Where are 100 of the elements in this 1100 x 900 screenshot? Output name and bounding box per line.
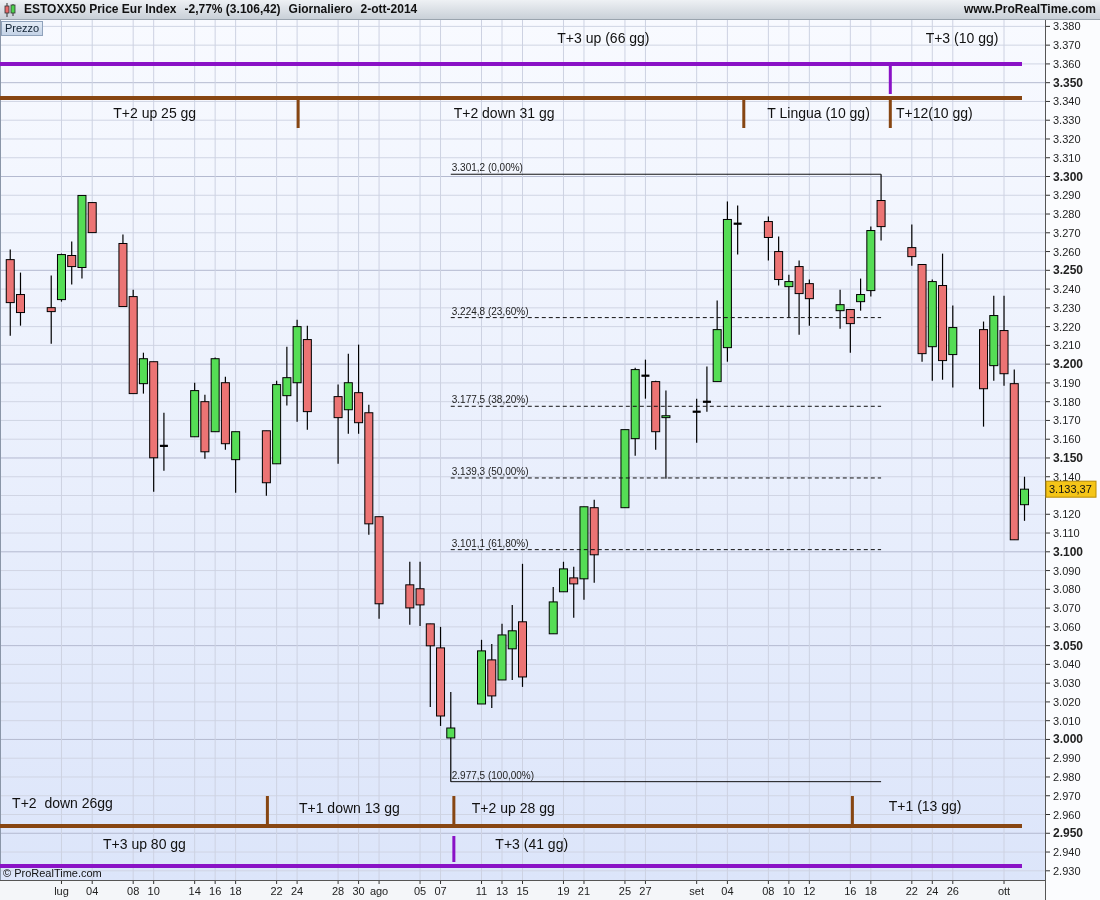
price-change: -2,77% (3.106,42) <box>184 1 281 18</box>
x-axis-label: set <box>689 885 704 897</box>
y-axis-label: 2.980 <box>1053 771 1081 783</box>
x-axis-label: 08 <box>762 885 775 897</box>
y-axis-label: 2.930 <box>1053 864 1081 877</box>
fibonacci-label: 3.301,2 (0,00%) <box>451 162 523 174</box>
instrument-title: ESTOXX50 Price Eur Index <box>24 1 177 18</box>
x-axis-label: 12 <box>803 885 816 897</box>
y-axis-label: 2.970 <box>1053 789 1081 802</box>
y-axis-label: 3.210 <box>1053 339 1081 352</box>
candlestick <box>692 398 701 444</box>
y-axis-label: 3.070 <box>1053 602 1081 615</box>
candlestick <box>405 561 415 626</box>
candlestick <box>774 235 784 287</box>
cycle-label: T+3 up 80 gg <box>103 836 186 852</box>
cycle-label: T+1 down 13 gg <box>298 800 400 816</box>
y-axis-label: 3.120 <box>1053 508 1081 521</box>
y-axis-label: 3.050 <box>1053 638 1084 653</box>
y-axis-label: 3.230 <box>1053 301 1081 314</box>
candlestick <box>763 215 773 262</box>
candlestick <box>415 561 425 627</box>
fibonacci-label: 2.977,5 (100,00%) <box>451 769 535 781</box>
y-axis-label: 2.950 <box>1053 826 1084 841</box>
candlestick <box>190 382 200 438</box>
cycle-label: T+2 down 31 gg <box>453 105 555 121</box>
cycle-label: T+1 (13 gg) <box>888 798 962 814</box>
x-axis-label: 16 <box>209 885 222 897</box>
candlestick <box>487 643 497 709</box>
y-axis-label: 3.290 <box>1053 189 1081 202</box>
y-axis-label: 2.940 <box>1053 846 1081 859</box>
y-axis-label: 3.310 <box>1053 151 1081 164</box>
candlestick <box>231 431 241 494</box>
fibonacci-label: 3.139,3 (50,00%) <box>451 465 529 477</box>
y-axis-label: 3.330 <box>1053 114 1081 127</box>
x-axis-label: 15 <box>516 885 529 897</box>
x-axis-label: 18 <box>229 885 242 897</box>
x-axis-label: 26 <box>946 885 959 897</box>
candlestick <box>497 623 507 681</box>
website-link[interactable]: www.ProRealTime.com <box>963 0 1096 19</box>
candlestick <box>200 394 210 460</box>
y-axis-label: 3.170 <box>1053 414 1081 427</box>
x-axis-label: 30 <box>352 885 365 897</box>
y-axis-label: 3.060 <box>1053 620 1081 633</box>
y-axis-label: 3.140 <box>1053 470 1081 483</box>
y-axis-label: 3.320 <box>1053 132 1081 145</box>
x-axis-label: 07 <box>434 885 447 897</box>
x-axis-label: 24 <box>926 885 939 897</box>
cycle-label: T+3 up (66 gg) <box>557 30 650 46</box>
candlestick-icon <box>4 2 16 17</box>
x-axis-label: 24 <box>291 885 304 897</box>
x-axis-label: ago <box>369 885 389 897</box>
y-axis-label: 3.250 <box>1053 263 1084 278</box>
y-axis-label: 2.960 <box>1053 808 1081 821</box>
x-axis-label: 22 <box>905 885 918 897</box>
x-axis-label: 08 <box>127 885 140 897</box>
x-axis-label: 27 <box>639 885 652 897</box>
x-axis-label: 16 <box>844 885 857 897</box>
candlestick <box>261 430 271 497</box>
cycle-label: T+2 down 26gg <box>12 795 113 811</box>
y-axis-label: 3.150 <box>1053 451 1084 465</box>
x-axis-label: 11 <box>475 885 488 897</box>
y-axis-label: 3.280 <box>1053 208 1081 221</box>
y-axis-label: 3.080 <box>1053 583 1081 596</box>
last-price-tag: 3.133,37 <box>1045 480 1097 498</box>
y-axis-label: 3.370 <box>1053 39 1081 52</box>
y-axis-label: 3.300 <box>1053 169 1084 184</box>
y-axis-label: 3.160 <box>1053 433 1081 446</box>
x-axis-label: 10 <box>147 885 160 897</box>
cycle-label: T+3 (10 gg) <box>925 30 999 46</box>
x-axis-label: 21 <box>577 885 591 897</box>
y-axis-label: 3.100 <box>1053 544 1084 559</box>
y-axis-label: 3.020 <box>1053 695 1081 708</box>
x-axis-label: 13 <box>495 885 509 897</box>
candlestick <box>46 274 56 345</box>
y-axis-label: 3.220 <box>1053 320 1081 333</box>
x-axis-label: 04 <box>86 885 99 897</box>
cycle-label: T+2 up 28 gg <box>471 800 555 816</box>
candlestick <box>835 289 845 330</box>
y-axis-label: 3.260 <box>1053 245 1081 258</box>
x-axis-label: 04 <box>721 885 734 897</box>
copyright-text: © ProRealTime.com <box>3 867 102 879</box>
y-axis-label: 2.990 <box>1053 752 1081 765</box>
candlestick <box>56 253 66 303</box>
cycle-label: T+2 up 25 gg <box>113 105 197 121</box>
candlestick <box>477 639 486 705</box>
x-axis-label: 25 <box>618 885 632 897</box>
x-axis-label: lug <box>54 885 69 897</box>
y-axis-label: 3.380 <box>1053 20 1081 33</box>
date-label: 2-ott-2014 <box>360 1 418 18</box>
y-axis-label: 3.040 <box>1053 658 1081 671</box>
candlestick <box>845 308 855 354</box>
cycle-label: T Lingua (10 gg) <box>767 105 870 121</box>
x-axis-label: 14 <box>188 885 201 897</box>
y-axis-label: 3.000 <box>1053 732 1084 747</box>
y-axis-label: 3.200 <box>1053 357 1084 372</box>
y-axis-label: 3.110 <box>1053 527 1080 540</box>
y-axis-label: 3.240 <box>1053 283 1081 296</box>
candlestick <box>876 173 886 242</box>
y-axis-label: 3.270 <box>1053 226 1081 239</box>
y-axis-label: 3.190 <box>1053 376 1081 389</box>
